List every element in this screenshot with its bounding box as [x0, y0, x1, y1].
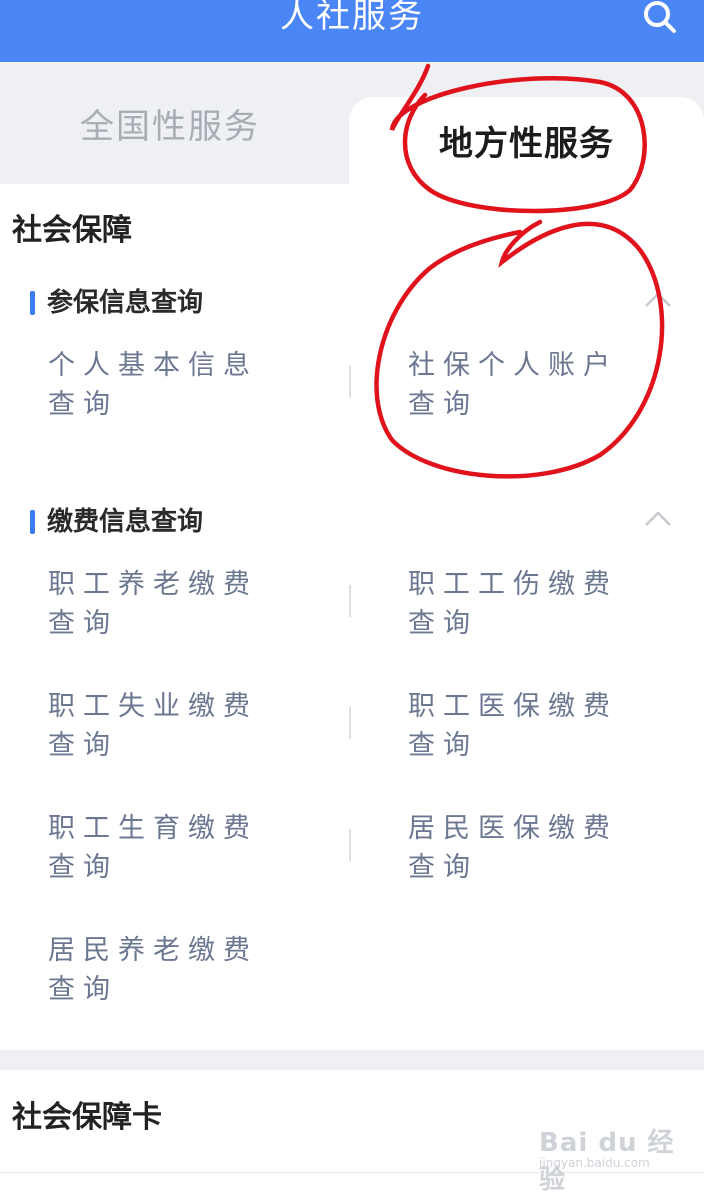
group-title: 参保信息查询	[47, 288, 204, 318]
top-app-bar: 人社服务	[0, 0, 704, 62]
service-item-label: 查询	[48, 974, 118, 1005]
service-item-label: 社保个人账户	[408, 350, 618, 381]
baidu-jingyan-watermark: Bai du 经验 jingyan.baidu.com	[535, 1108, 675, 1195]
service-item-label: 查询	[408, 389, 478, 420]
group-accent-bar	[30, 291, 35, 315]
service-item-personal-basic-info[interactable]: 个人基本信息 查询	[48, 346, 288, 424]
watermark-url: jingyan.baidu.com	[539, 1156, 650, 1170]
service-item-label: 职工工伤缴费	[408, 569, 618, 600]
service-item-label: 查询	[408, 730, 478, 761]
search-icon[interactable]	[640, 0, 680, 34]
service-item-label: 职工养老缴费	[48, 569, 258, 600]
tab-local-services[interactable]: 地方性服务	[349, 97, 704, 184]
service-item-label: 查询	[48, 852, 118, 883]
service-item-resident-pension[interactable]: 居民养老缴费 查询	[48, 931, 288, 1009]
service-item-label: 职工失业缴费	[48, 691, 258, 722]
service-item-label: 居民养老缴费	[48, 935, 258, 966]
service-tab-bar: 全国性服务 地方性服务	[0, 62, 704, 184]
service-item-resident-medical[interactable]: 居民医保缴费 查询	[408, 809, 648, 887]
page-title: 人社服务	[280, 0, 424, 36]
service-item-employee-medical[interactable]: 职工医保缴费 查询	[408, 687, 648, 765]
divider	[349, 585, 351, 617]
service-item-label: 查询	[48, 730, 118, 761]
chevron-up-icon[interactable]	[644, 508, 672, 528]
group-header-enrollment-info[interactable]: 参保信息查询	[30, 285, 680, 325]
section-title-social-security-card: 社会保障卡	[12, 1100, 162, 1135]
divider	[349, 707, 351, 739]
divider	[349, 366, 351, 398]
service-item-label: 查询	[48, 608, 118, 639]
group-title: 缴费信息查询	[47, 507, 204, 537]
service-item-label: 查询	[408, 608, 478, 639]
group-accent-bar	[30, 510, 35, 534]
service-item-label: 查询	[408, 852, 478, 883]
divider	[349, 829, 351, 861]
service-item-employee-maternity[interactable]: 职工生育缴费 查询	[48, 809, 288, 887]
service-item-employee-unemployment[interactable]: 职工失业缴费 查询	[48, 687, 288, 765]
service-item-label: 查询	[48, 389, 118, 420]
service-item-label: 居民医保缴费	[408, 813, 618, 844]
service-item-employee-pension[interactable]: 职工养老缴费 查询	[48, 565, 288, 643]
tab-national-services[interactable]: 全国性服务	[0, 62, 340, 184]
section-separator	[0, 1050, 704, 1070]
service-item-personal-account[interactable]: 社保个人账户 查询	[408, 346, 648, 424]
section-title-social-security: 社会保障	[12, 213, 132, 248]
service-item-label: 职工生育缴费	[48, 813, 258, 844]
service-item-label: 职工医保缴费	[408, 691, 618, 722]
service-item-label: 个人基本信息	[48, 350, 258, 381]
chevron-up-icon[interactable]	[644, 289, 672, 309]
group-header-payment-info[interactable]: 缴费信息查询	[30, 504, 680, 544]
service-item-employee-injury[interactable]: 职工工伤缴费 查询	[408, 565, 648, 643]
